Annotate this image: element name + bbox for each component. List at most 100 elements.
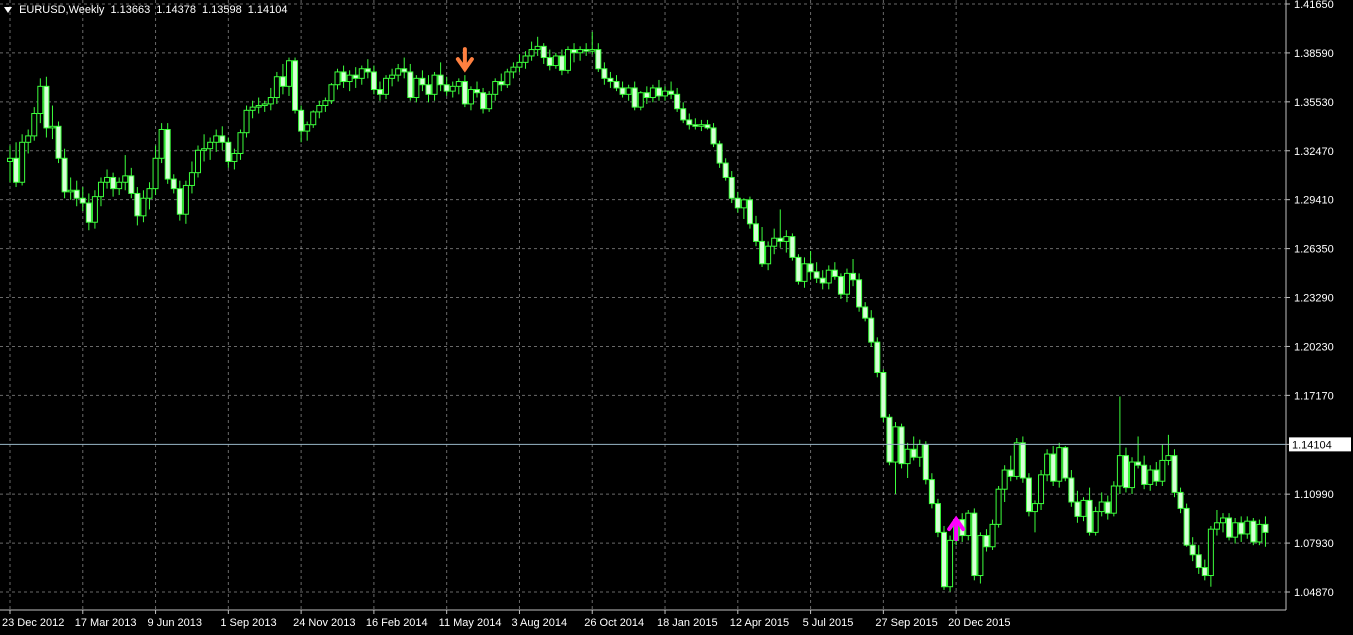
candle[interactable] (916, 439, 923, 467)
candle[interactable] (316, 100, 323, 119)
candle[interactable] (637, 91, 644, 111)
candle[interactable] (1050, 446, 1057, 487)
candle[interactable] (110, 172, 117, 197)
candle[interactable] (1244, 516, 1251, 539)
candle[interactable] (643, 86, 650, 104)
sell-arrow-icon[interactable] (455, 47, 474, 73)
candle[interactable] (619, 81, 626, 98)
candle[interactable] (947, 535, 954, 592)
candle[interactable] (740, 198, 747, 220)
candle[interactable] (704, 119, 711, 130)
candlestick-chart[interactable]: 1.41650 1.38590 1.35530 1.32470 1.29410 1.263… (0, 0, 1353, 635)
candle[interactable] (1232, 517, 1239, 544)
candle[interactable] (1129, 457, 1136, 494)
candle[interactable] (577, 46, 584, 61)
candle[interactable] (516, 54, 523, 72)
candle[interactable] (1220, 513, 1226, 533)
candle[interactable] (868, 310, 875, 347)
candle[interactable] (425, 75, 432, 103)
candle[interactable] (389, 68, 396, 87)
candle[interactable] (668, 81, 675, 100)
candle[interactable] (941, 525, 948, 590)
candle[interactable] (989, 519, 996, 550)
candle[interactable] (370, 65, 377, 95)
candle[interactable] (789, 233, 796, 261)
candle[interactable] (1165, 434, 1172, 466)
candle[interactable] (455, 78, 462, 95)
candle[interactable] (1189, 537, 1196, 562)
candle[interactable] (971, 508, 978, 581)
candle[interactable] (504, 68, 511, 88)
candle[interactable] (831, 262, 838, 280)
candle[interactable] (928, 473, 935, 509)
candle[interactable] (528, 41, 535, 61)
candle[interactable] (122, 155, 129, 191)
candle[interactable] (334, 68, 341, 90)
candle[interactable] (1226, 513, 1233, 541)
candle[interactable] (43, 76, 50, 138)
candle[interactable] (67, 177, 74, 200)
candle[interactable] (73, 180, 80, 207)
candle[interactable] (1007, 455, 1014, 482)
candle[interactable] (1080, 497, 1087, 522)
candle[interactable] (352, 67, 359, 88)
candle[interactable] (1019, 436, 1026, 483)
candle[interactable] (601, 62, 608, 85)
candle[interactable] (443, 76, 450, 96)
candle[interactable] (1074, 490, 1081, 523)
candle[interactable] (1238, 516, 1245, 542)
candle[interactable] (1183, 503, 1190, 547)
candle[interactable] (231, 148, 238, 170)
candle[interactable] (146, 182, 153, 210)
candle[interactable] (752, 215, 759, 247)
candle[interactable] (292, 57, 299, 114)
candle[interactable] (686, 113, 693, 130)
candle[interactable] (158, 123, 165, 164)
candle[interactable] (413, 75, 420, 103)
candle[interactable] (522, 51, 529, 69)
candle[interactable] (680, 102, 687, 124)
candle[interactable] (267, 87, 274, 111)
candle[interactable] (856, 273, 863, 312)
candle[interactable] (1098, 492, 1105, 517)
candle[interactable] (498, 73, 505, 92)
candle[interactable] (182, 180, 189, 224)
candle[interactable] (1135, 436, 1142, 469)
candle[interactable] (607, 71, 614, 88)
candle[interactable] (486, 91, 493, 112)
candle[interactable] (304, 121, 311, 141)
candle[interactable] (910, 436, 917, 461)
candle[interactable] (1001, 465, 1008, 502)
candle[interactable] (813, 262, 820, 283)
candle[interactable] (1038, 470, 1045, 510)
candle[interactable] (195, 145, 202, 178)
candle[interactable] (625, 84, 632, 101)
candle[interactable] (977, 532, 984, 584)
candle[interactable] (279, 63, 286, 95)
candle[interactable] (401, 57, 408, 79)
candle[interactable] (164, 123, 171, 184)
candle[interactable] (819, 270, 826, 290)
candle[interactable] (437, 62, 444, 92)
candle[interactable] (801, 257, 808, 288)
candle[interactable] (746, 196, 753, 229)
candle[interactable] (249, 100, 256, 119)
candle[interactable] (777, 209, 784, 248)
candle[interactable] (225, 137, 232, 168)
candle[interactable] (492, 78, 499, 101)
candle[interactable] (25, 129, 32, 154)
candle[interactable] (1056, 442, 1063, 488)
candle[interactable] (983, 529, 990, 552)
candle[interactable] (995, 486, 1002, 528)
candle[interactable] (631, 81, 638, 111)
candle[interactable] (340, 65, 347, 88)
candle[interactable] (85, 193, 92, 231)
candle[interactable] (243, 105, 250, 138)
candle[interactable] (1256, 519, 1263, 546)
candle[interactable] (728, 171, 735, 204)
candle[interactable] (904, 442, 911, 479)
candle[interactable] (104, 169, 111, 189)
candle[interactable] (201, 134, 208, 162)
candle[interactable] (37, 78, 44, 124)
candle[interactable] (116, 177, 123, 196)
